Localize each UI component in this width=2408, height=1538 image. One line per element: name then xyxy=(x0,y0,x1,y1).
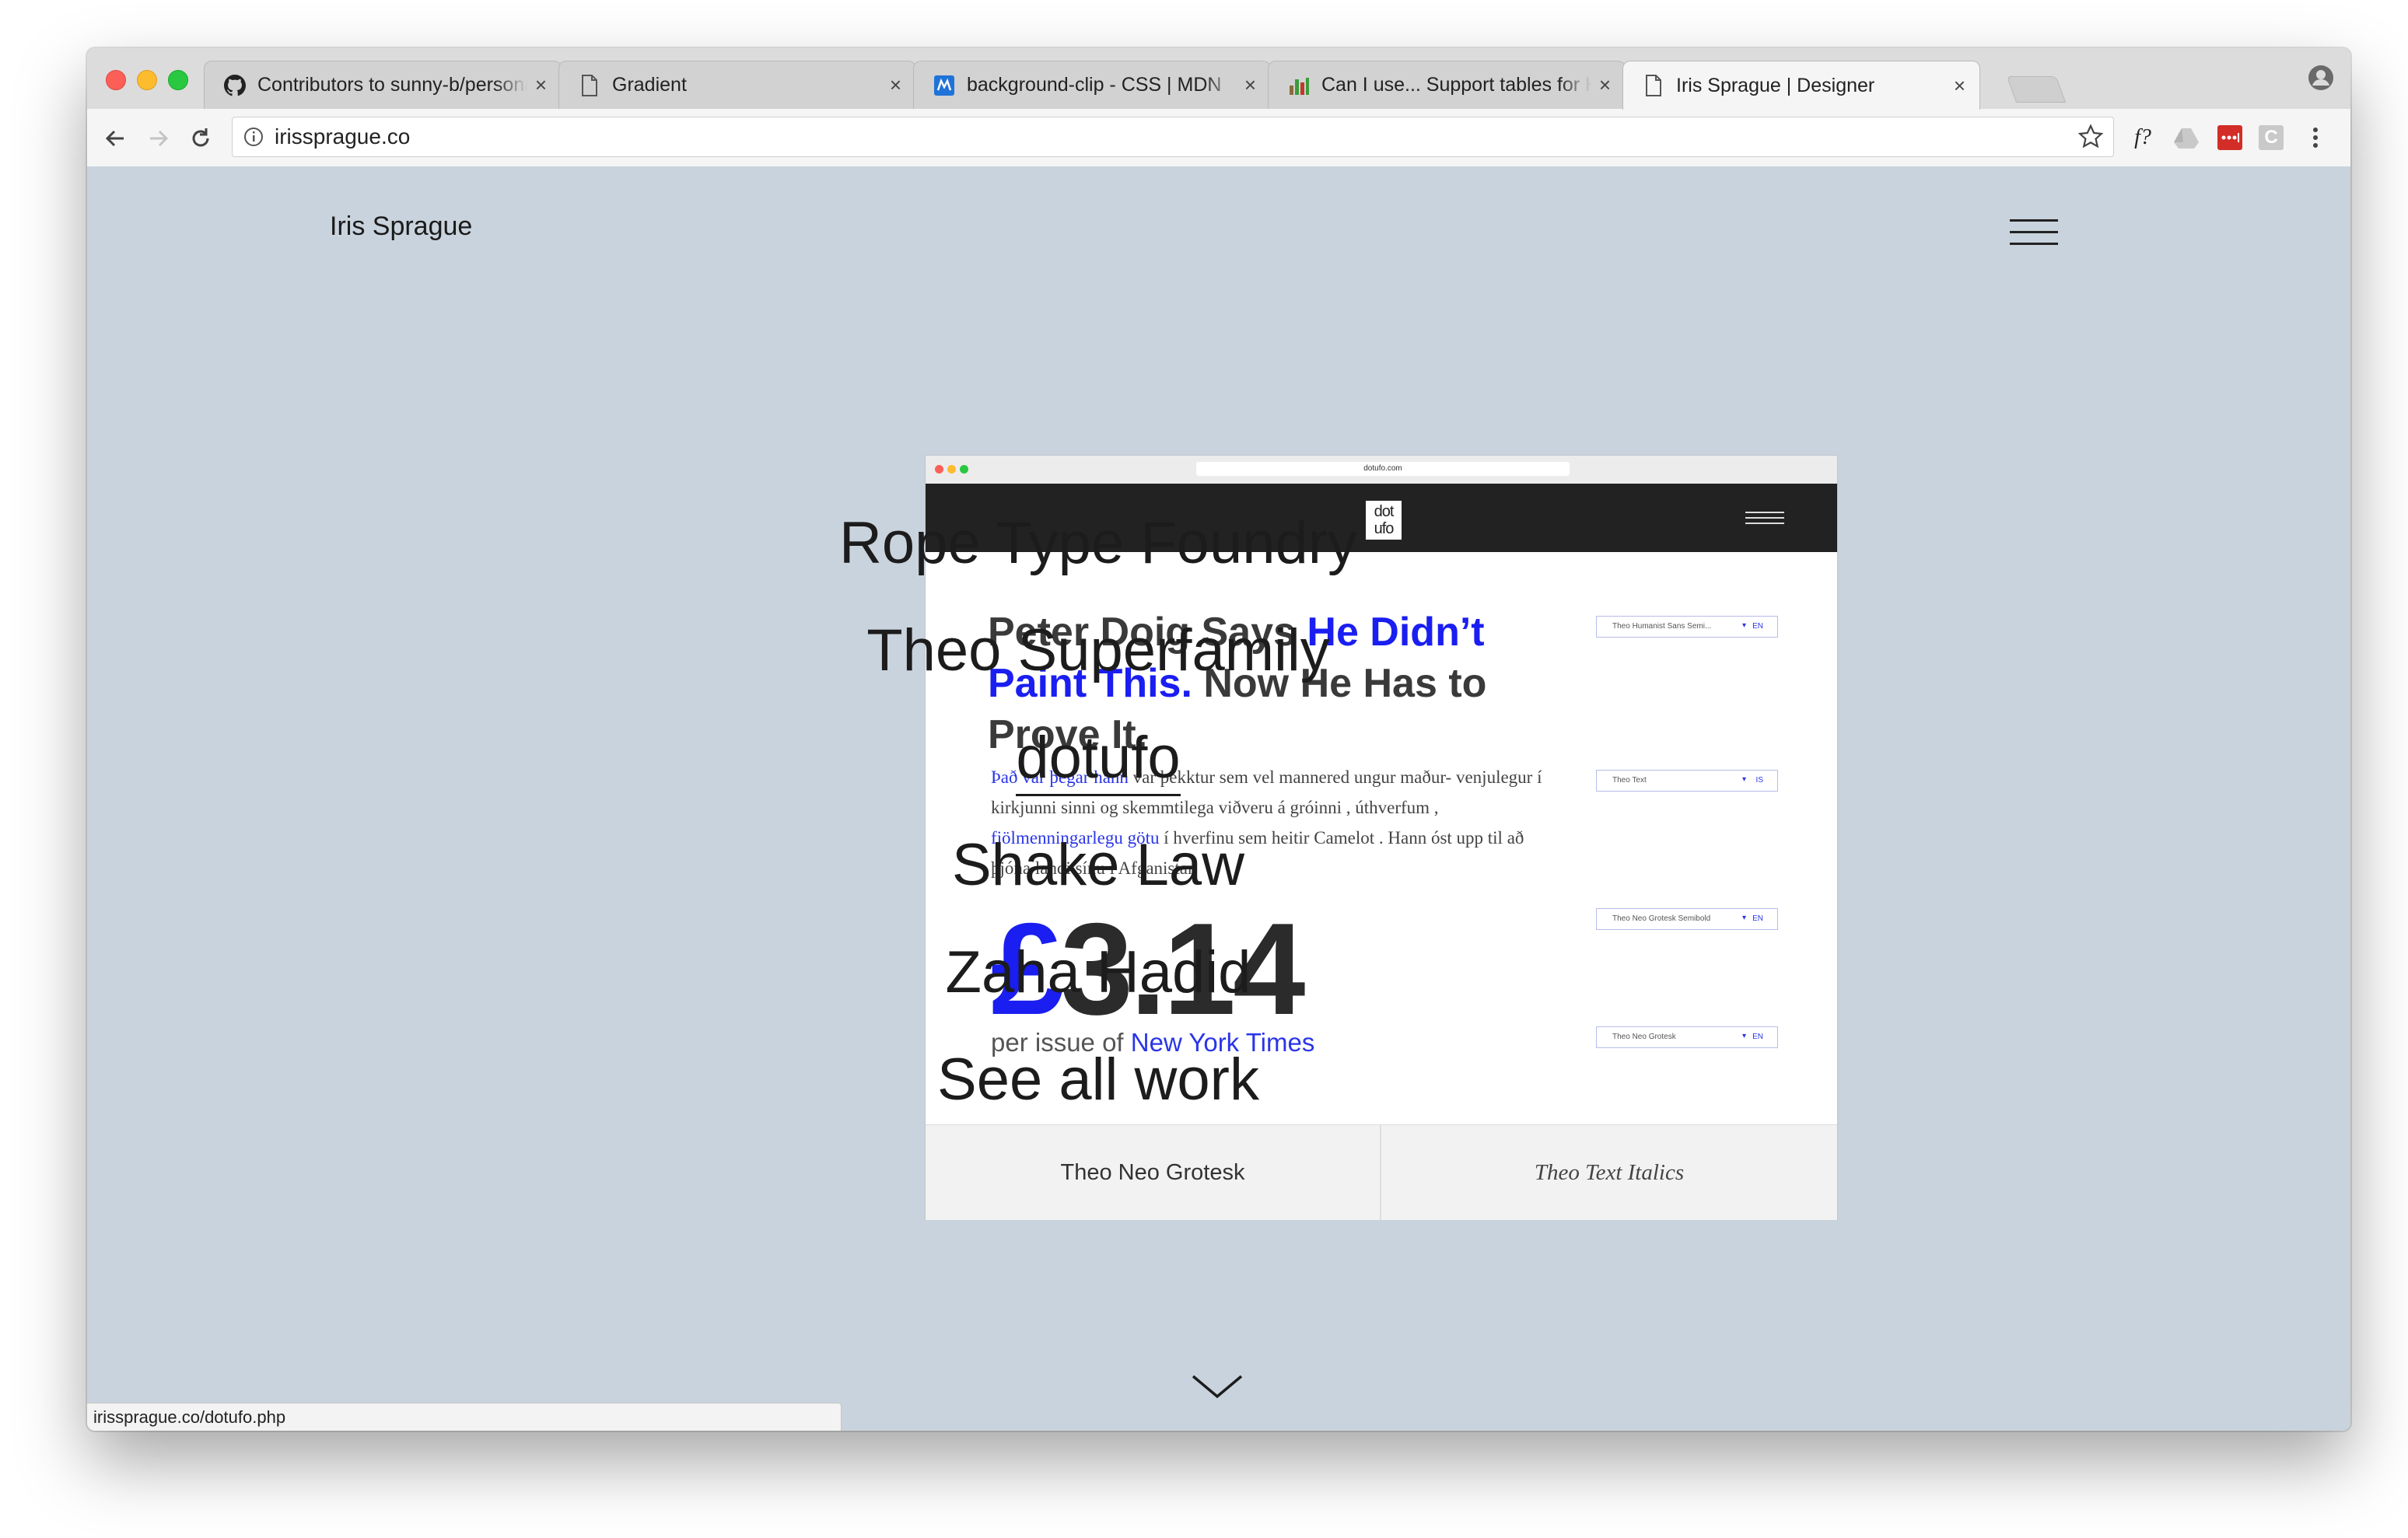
page-viewport: Iris Sprague dotufo.com dot ufo Peter Doi… xyxy=(87,166,2350,1431)
status-bar-url: irissprague.co/dotufo.php xyxy=(87,1403,842,1431)
back-button[interactable] xyxy=(100,123,131,154)
info-icon[interactable] xyxy=(243,127,264,147)
reload-icon xyxy=(192,128,209,147)
new-tab-button[interactable] xyxy=(2006,76,2067,103)
window-minimize-button[interactable] xyxy=(137,70,157,90)
caniuse-icon xyxy=(1287,74,1311,97)
preview-footer: Theo Neo Grotesk Theo Text Italics xyxy=(926,1124,1837,1220)
drive-icon[interactable] xyxy=(2172,123,2201,152)
reload-button[interactable] xyxy=(185,123,216,154)
work-link-shake-law[interactable]: Shake Law xyxy=(709,830,1487,900)
forward-arrow-icon xyxy=(150,130,169,147)
document-icon xyxy=(578,74,601,97)
close-icon[interactable]: × xyxy=(535,73,547,97)
mdn-icon xyxy=(933,74,956,97)
preview-font-select: Theo Neo Grotesk Semibold ▾ EN xyxy=(1596,908,1778,930)
window-close-button[interactable] xyxy=(106,70,126,90)
preview-font-select: Theo Neo Grotesk ▾ EN xyxy=(1596,1026,1778,1048)
work-link-dotufo[interactable]: dotufo xyxy=(709,723,1487,796)
tab-mdn[interactable]: background-clip - CSS | MDN × xyxy=(913,61,1271,109)
browser-window: Contributors to sunny-b/personal-site × … xyxy=(87,48,2350,1431)
work-link-theo-superfamily[interactable]: Theo Superfamily xyxy=(709,616,1487,686)
preview-hamburger-icon xyxy=(1745,512,1784,526)
work-link-see-all-work[interactable]: See all work xyxy=(709,1045,1487,1115)
browser-toolbar: irissprague.co f? C xyxy=(87,109,2350,167)
profile-icon[interactable] xyxy=(2307,64,2335,92)
preview-footer-item: Theo Neo Grotesk xyxy=(926,1125,1381,1220)
tab-title: Gradient xyxy=(612,74,687,96)
preview-browser-bar: dotufo.com xyxy=(926,456,1837,484)
bookmark-star-icon[interactable] xyxy=(2077,124,2104,150)
close-icon[interactable]: × xyxy=(890,73,901,97)
font-ninja-icon[interactable]: f? xyxy=(2128,123,2158,152)
tab-title: background-clip - CSS | MDN xyxy=(967,74,1222,96)
close-icon[interactable]: × xyxy=(1244,73,1256,97)
tab-iris-sprague[interactable]: Iris Sprague | Designer × xyxy=(1622,61,1980,110)
close-icon[interactable]: × xyxy=(1954,74,1965,98)
work-link-zaha-hadid[interactable]: Zaha Hadid xyxy=(709,938,1487,1008)
work-link-rope-type-foundry[interactable]: Rope Type Foundry xyxy=(709,509,1487,578)
tab-github[interactable]: Contributors to sunny-b/personal-site × xyxy=(204,61,562,109)
tab-title: Can I use... Support tables for HTML5 xyxy=(1321,74,1591,96)
preview-font-select: Theo Text ▾ IS xyxy=(1596,770,1778,792)
forward-button[interactable] xyxy=(143,123,174,154)
github-icon xyxy=(223,74,247,97)
menu-dots-icon[interactable] xyxy=(2301,123,2330,152)
close-icon[interactable]: × xyxy=(1599,73,1611,97)
c-icon[interactable]: C xyxy=(2259,125,2284,150)
document-icon xyxy=(1642,74,1665,97)
tab-gradient[interactable]: Gradient × xyxy=(558,61,916,109)
preview-footer-item: Theo Text Italics xyxy=(1534,1159,1685,1185)
lastpass-icon[interactable] xyxy=(2215,123,2245,152)
window-maximize-button[interactable] xyxy=(168,70,188,90)
address-bar[interactable]: irissprague.co xyxy=(232,117,2114,157)
hamburger-menu-icon[interactable] xyxy=(2010,219,2058,246)
preview-url: dotufo.com xyxy=(1196,462,1570,476)
tab-title: Contributors to sunny-b/personal-site xyxy=(257,74,527,96)
url-text[interactable]: irissprague.co xyxy=(275,124,410,149)
tab-strip: Contributors to sunny-b/personal-site × … xyxy=(87,48,2350,110)
scroll-down-chevron-icon[interactable] xyxy=(1190,1373,1244,1401)
site-logo[interactable]: Iris Sprague xyxy=(330,211,472,242)
preview-font-select: Theo Humanist Sans Semi... ▾ EN xyxy=(1596,616,1778,638)
tab-title: Iris Sprague | Designer xyxy=(1676,74,1875,96)
back-arrow-icon xyxy=(105,130,124,147)
tab-caniuse[interactable]: Can I use... Support tables for HTML5 × xyxy=(1268,61,1626,109)
